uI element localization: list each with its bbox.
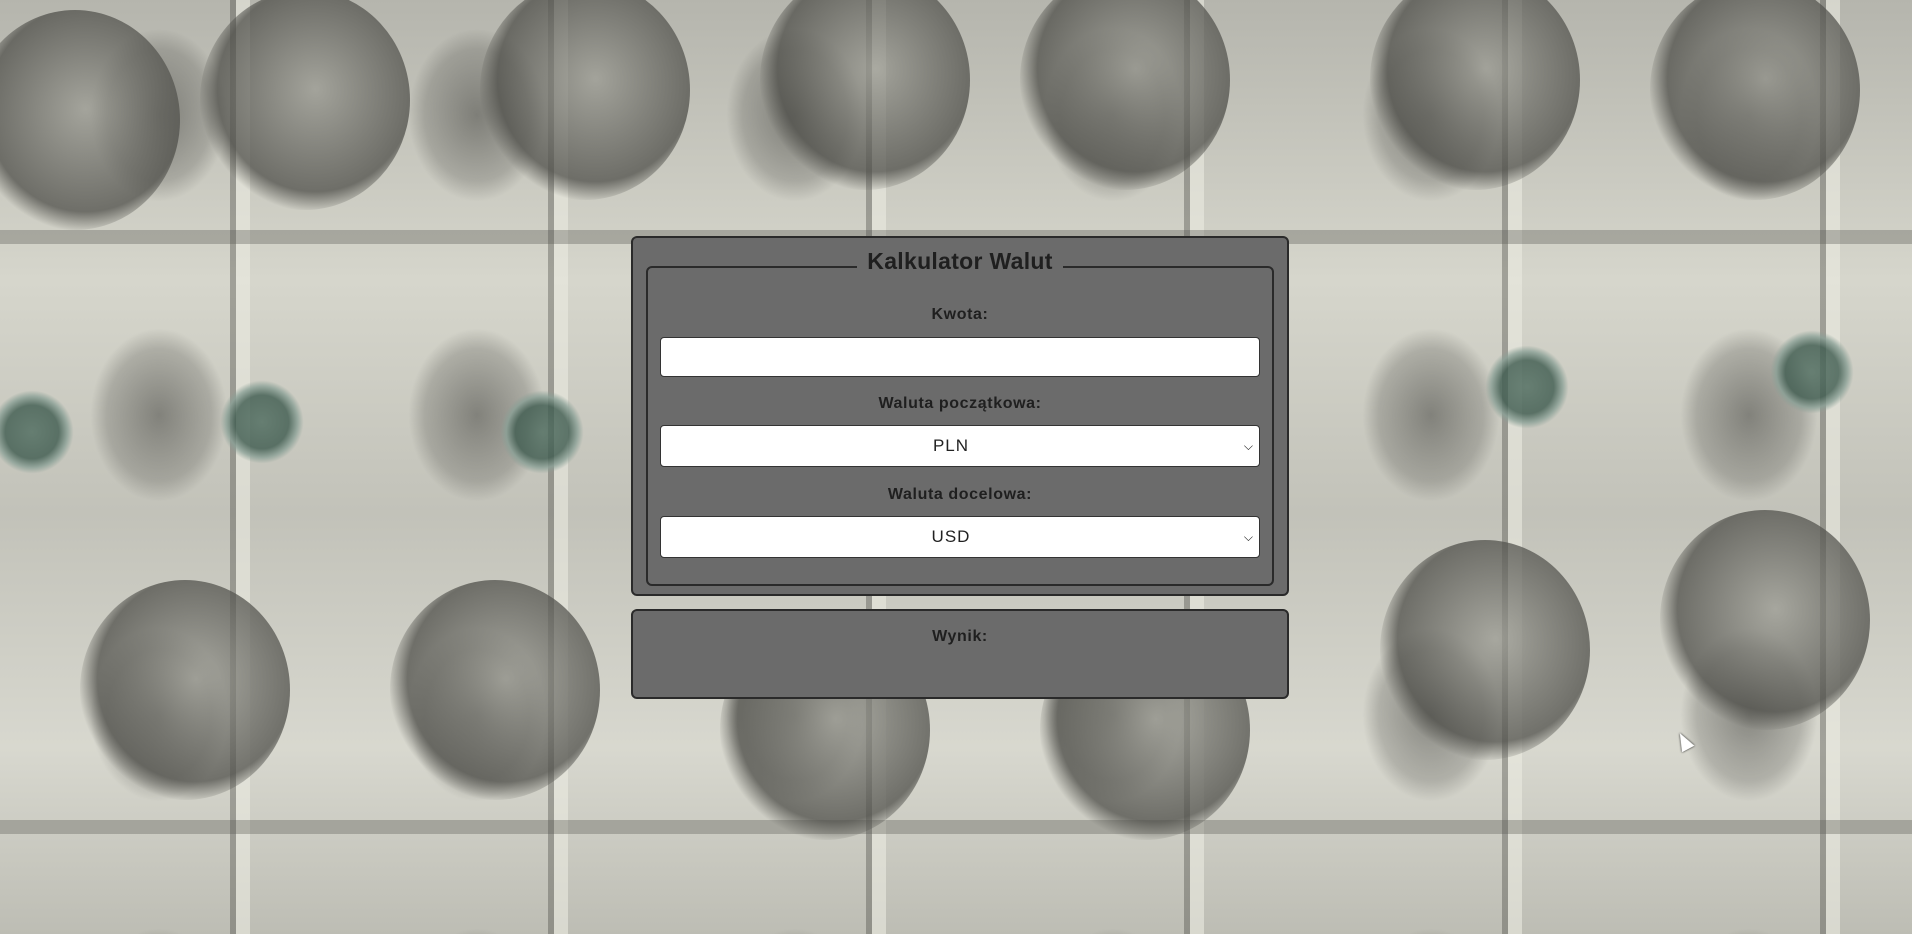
portrait-image — [480, 0, 690, 200]
seal-image — [0, 390, 74, 474]
portrait-image — [1020, 0, 1230, 190]
seal-image — [1770, 330, 1854, 414]
amount-input[interactable] — [660, 337, 1260, 377]
seal-image — [1485, 345, 1569, 429]
portrait-image — [1370, 0, 1580, 190]
amount-label: Kwota: — [931, 306, 989, 323]
from-currency-value: PLN — [932, 436, 970, 455]
result-panel: Wynik: — [631, 609, 1289, 699]
portrait-image — [80, 580, 290, 800]
from-currency-select[interactable]: PLN ⌵ — [660, 425, 1260, 467]
calculator-title: Kalkulator Walut — [633, 248, 1287, 275]
background-stripe — [0, 820, 1912, 834]
from-currency-label: Waluta początkowa: — [878, 395, 1042, 412]
to-currency-select[interactable]: USD ⌵ — [660, 516, 1260, 558]
portrait-image — [0, 10, 180, 230]
seal-image — [220, 380, 304, 464]
portrait-image — [1650, 0, 1860, 200]
currency-calculator-panel: Kalkulator Walut Kwota: Waluta początkow… — [631, 236, 1289, 596]
result-label: Wynik: — [932, 628, 988, 645]
chevron-down-icon: ⌵ — [1243, 530, 1253, 544]
to-currency-value: USD — [931, 527, 971, 546]
seal-image — [500, 390, 584, 474]
portrait-image — [1660, 510, 1870, 730]
chevron-down-icon: ⌵ — [1243, 439, 1253, 453]
portrait-image — [760, 0, 970, 190]
portrait-image — [1380, 540, 1590, 760]
to-currency-label: Waluta docelowa: — [887, 486, 1033, 503]
portrait-image — [200, 0, 410, 210]
portrait-image — [390, 580, 600, 800]
